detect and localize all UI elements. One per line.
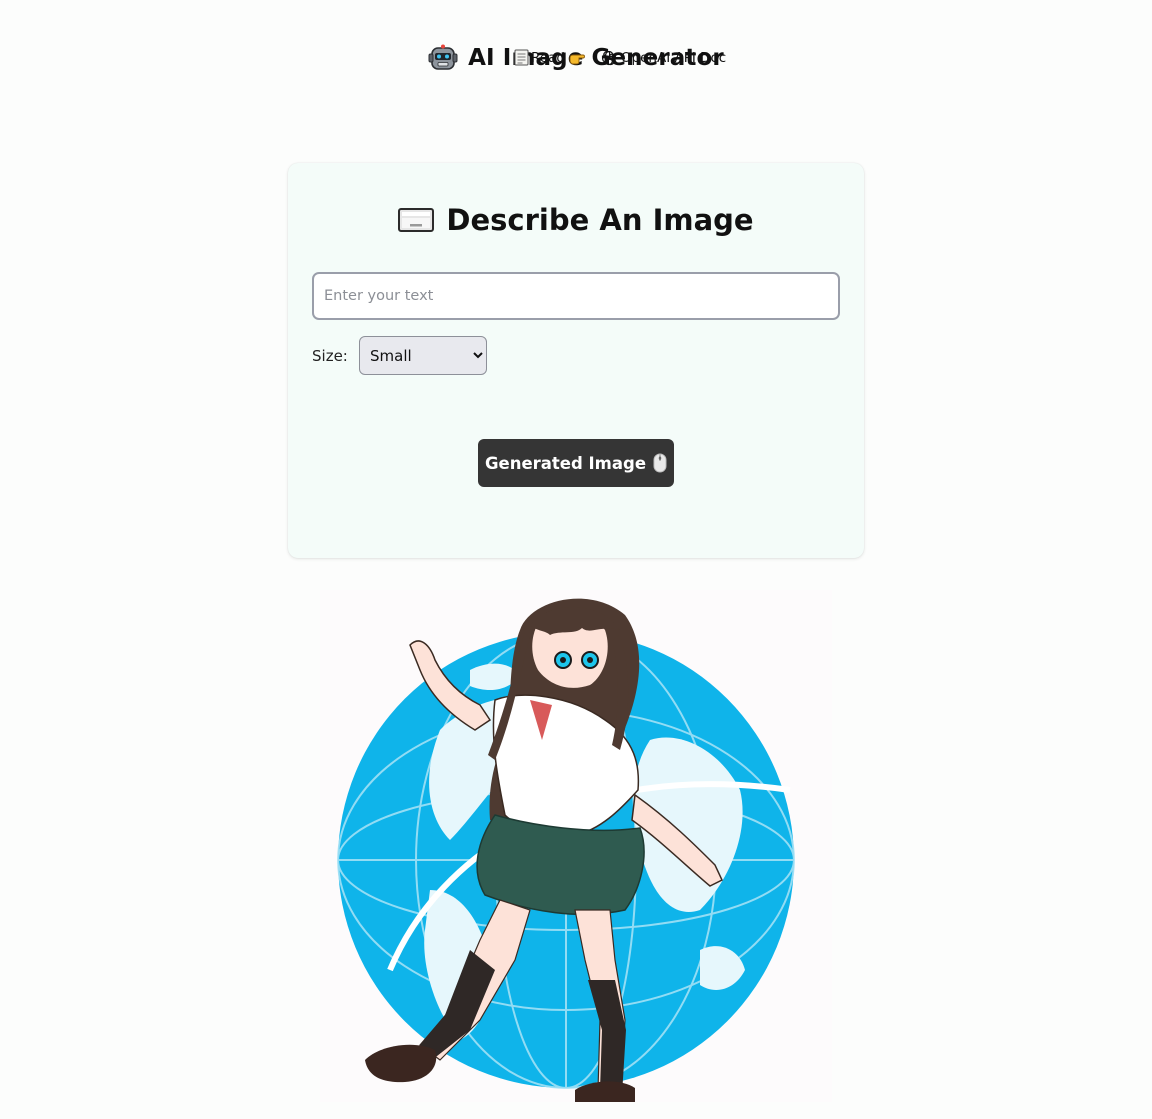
mouse-icon [653, 453, 667, 473]
generated-image-artwork [337, 598, 795, 1102]
size-select[interactable]: Small [359, 336, 487, 375]
pointing-hand-icon [569, 54, 585, 64]
generate-image-button[interactable]: Generated Image [478, 439, 674, 487]
header-links: Read OpenAI API Doc [514, 49, 726, 66]
robot-icon [428, 44, 458, 70]
card-title-row: Describe An Image [288, 203, 864, 237]
generate-button-label: Generated Image [484, 453, 647, 473]
keyboard-icon [398, 208, 435, 232]
page-icon [514, 49, 529, 66]
describe-image-card: Describe An Image Size: Small Generated … [288, 163, 864, 558]
read-link[interactable]: Read [531, 50, 565, 66]
openai-doc-link[interactable]: OpenAI API Doc [621, 50, 726, 66]
openai-logo-icon [601, 50, 616, 65]
prompt-input[interactable] [312, 272, 840, 320]
card-title: Describe An Image [446, 203, 754, 237]
size-label: Size: [312, 347, 348, 365]
generated-image [320, 590, 832, 1102]
